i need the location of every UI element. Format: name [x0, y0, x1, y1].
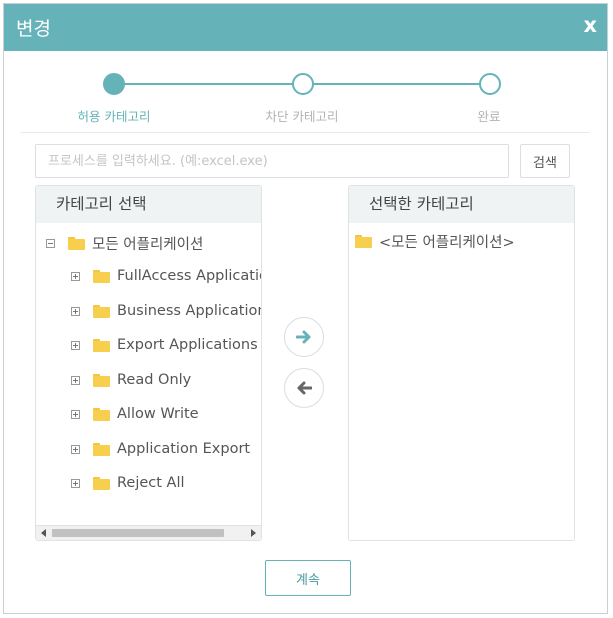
- close-icon[interactable]: x: [583, 13, 597, 37]
- tree-item-export[interactable]: Export Applications: [71, 337, 258, 353]
- step-label-blocked: 차단 카테고리: [265, 109, 339, 124]
- tree-item-allow-write[interactable]: Allow Write: [71, 406, 199, 422]
- tree-item-fullaccess[interactable]: FullAccess Applications: [71, 268, 261, 284]
- continue-button[interactable]: 계속: [265, 560, 351, 596]
- tree-item-business[interactable]: Business Applications: [71, 303, 262, 319]
- scroll-right-icon[interactable]: [251, 529, 256, 537]
- dialog-titlebar: 변경 x: [4, 4, 607, 51]
- folder-icon: [68, 237, 85, 250]
- selected-category-header: 선택한 카테고리: [349, 186, 574, 223]
- tree-item-label: Allow Write: [117, 406, 199, 422]
- tree-item-label: FullAccess Applications: [117, 268, 261, 284]
- tree-item-read-only[interactable]: Read Only: [71, 372, 191, 388]
- add-category-button[interactable]: [284, 317, 324, 357]
- folder-icon: [93, 304, 110, 318]
- tree-item-label: Read Only: [117, 372, 192, 388]
- selected-category-panel: 선택한 카테고리 <모든 어플리케이션>: [348, 185, 575, 541]
- step-dot-allowed: [103, 73, 125, 95]
- tree-item-label: Export Applications: [117, 337, 258, 353]
- folder-icon: [93, 407, 110, 421]
- step-connector-2: [310, 83, 482, 85]
- remove-category-button[interactable]: [284, 368, 324, 408]
- dialog-title: 변경: [16, 18, 51, 40]
- step-dot-blocked: [292, 73, 314, 95]
- tree-item-reject-all[interactable]: Reject All: [71, 475, 185, 491]
- divider: [20, 132, 590, 133]
- search-button[interactable]: 검색: [520, 144, 570, 178]
- folder-icon: [93, 442, 110, 456]
- scrollbar-thumb[interactable]: [52, 529, 224, 537]
- tree-item-application-export[interactable]: Application Export: [71, 441, 250, 457]
- expand-icon[interactable]: [71, 340, 80, 350]
- folder-icon: [93, 338, 110, 352]
- step-label-complete: 완료: [477, 109, 501, 124]
- category-select-header: 카테고리 선택: [36, 186, 261, 223]
- selected-item-all-applications[interactable]: <모든 어플리케이션>: [355, 231, 515, 252]
- tree-item-label: Reject All: [117, 475, 185, 491]
- expand-icon[interactable]: [71, 271, 80, 281]
- arrow-right-icon: [296, 330, 311, 344]
- folder-icon: [93, 476, 110, 490]
- process-search-input[interactable]: [35, 144, 509, 178]
- step-dot-complete: [479, 73, 501, 95]
- step-label-allowed: 허용 카테고리: [77, 109, 151, 124]
- folder-icon: [93, 269, 110, 283]
- horizontal-scrollbar[interactable]: [36, 525, 261, 540]
- tree-item-label: Application Export: [117, 441, 251, 457]
- expand-icon[interactable]: [71, 478, 80, 488]
- collapse-icon[interactable]: [46, 239, 55, 248]
- tree-item-label: 모든 어플리케이션: [92, 237, 204, 253]
- category-select-panel: 카테고리 선택 모든 어플리케이션 FullAccess Application…: [35, 185, 262, 541]
- expand-icon[interactable]: [71, 375, 80, 385]
- selected-item-label: <모든 어플리케이션>: [379, 235, 515, 251]
- folder-icon: [355, 235, 372, 248]
- expand-icon[interactable]: [71, 444, 80, 454]
- folder-icon: [93, 373, 110, 387]
- step-connector-1: [120, 83, 294, 85]
- scroll-left-icon[interactable]: [41, 529, 46, 537]
- expand-icon[interactable]: [71, 409, 80, 419]
- expand-icon[interactable]: [71, 306, 80, 316]
- tree-root-all-applications[interactable]: 모든 어플리케이션: [46, 233, 203, 254]
- arrow-left-icon: [297, 381, 312, 395]
- change-dialog: 변경 x 허용 카테고리 차단 카테고리 완료 검색 카테고리 선택 모든 어플…: [3, 3, 608, 614]
- tree-item-label: Business Applications: [117, 303, 262, 319]
